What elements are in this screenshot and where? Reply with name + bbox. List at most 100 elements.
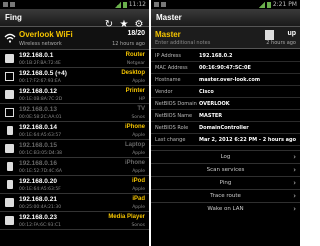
device-ip: 192.168.0.21 [19,196,57,203]
device-type: iPad [132,196,145,202]
property-row: Last change Mar 2, 2012 6:22 PM - 2 hours… [151,134,300,146]
device-type: TV [137,106,145,112]
device-type: Media Player [108,214,145,220]
device-row[interactable]: 192.168.0.15 00:1C:B3:05:D4:38 Laptop Apple [0,140,149,158]
device-row[interactable]: 192.168.0.5 (+4) 00:17:F2:67:93:EA Desktop… [0,68,149,86]
battery-icon [122,1,127,8]
property-value: master.over-look.com [199,77,261,83]
device-ip: 192.168.0.16 [19,160,57,167]
property-value: OVERLOOK [199,101,230,107]
device-vendor: HP [138,97,145,102]
property-key: NetBIOS Role [155,125,189,131]
phone-icon [7,126,13,135]
device-row[interactable]: 192.168.0.1 00:1B:2F:BA:72:4E Router Netgea… [0,50,149,68]
wifi-icon [4,33,16,43]
device-mac: 00:1E:0B:8A:7C:2D [19,97,63,102]
property-key: NetBIOS Domain [155,101,197,107]
laptop-icon [5,144,14,153]
device-type: Desktop [121,70,145,76]
notification-icons [3,1,33,7]
tablet-icon [5,198,14,207]
fing-device-detail-screen: 2:21 PM Master Master Enter additional n… [151,0,300,246]
trace-route-button[interactable]: Trace route › [151,189,300,202]
device-mac: 00:1E:64:A5:63:5F [19,187,61,192]
battery-icon [266,1,271,8]
ping-button[interactable]: Ping › [151,176,300,189]
action-label: Wake on LAN [207,206,244,212]
property-row: NetBIOS Domain OVERLOOK [151,98,300,110]
media-icon [5,216,14,225]
router-icon [5,54,14,63]
device-mac: 00:1E:52:7D:4C:6A [19,169,63,174]
app-title: Master [156,13,182,22]
device-list: 192.168.0.1 00:1B:2F:BA:72:4E Router Netgea… [0,50,149,230]
network-header[interactable]: Overlook WiFi Wireless network 18/20 12 … [0,27,149,50]
property-key: MAC Address [155,65,188,71]
status-time: 11:12 [128,1,146,8]
device-ip: 192.168.0.13 [19,106,57,113]
device-row[interactable]: 192.168.0.20 00:1E:64:A5:63:5F iPod Apple [0,176,149,194]
property-key: NetBIOS Name [155,113,193,119]
device-mac: 00:0E:58:2C:AA:01 [19,115,62,120]
device-properties: IP Address 192.168.0.2 MAC Address 00:16:9… [151,50,300,146]
phone-icon [7,162,13,171]
notes-field[interactable]: Enter additional notes [155,40,210,46]
device-mac: 00:1E:64:A5:63:57 [19,133,62,138]
desktop-icon [265,30,274,40]
device-header[interactable]: Master Enter additional notes up 2 hours… [151,27,300,49]
device-ip: 192.168.0.20 [19,178,57,185]
log-button[interactable]: Log › [151,150,300,163]
action-label: Trace route [210,193,241,199]
network-time: 12 hours ago [112,41,145,47]
device-time: 2 hours ago [266,40,296,46]
device-vendor: Apple [132,169,145,174]
app-bar: Master [151,9,300,27]
device-mac: 00:1B:2F:BA:72:4E [19,61,61,66]
property-value: MASTER [199,113,223,119]
wake-on-lan-button[interactable]: Wake on LAN › [151,202,300,215]
device-ip: 192.168.0.15 [19,142,57,149]
device-type: iPod [132,178,145,184]
network-name: Overlook WiFi [19,30,73,39]
device-row[interactable]: 192.168.0.12 00:1E:0B:8A:7C:2D Printer HP [0,86,149,104]
device-mac: 00:1C:B3:05:D4:38 [19,151,63,156]
device-row[interactable]: 192.168.0.13 00:0E:58:2C:AA:01 TV Sonos [0,104,149,122]
device-type: Router [125,52,145,58]
action-label: Log [220,154,231,160]
phone-icon [7,180,13,189]
property-row: MAC Address 00:16:90:47:5C:0E [151,62,300,74]
device-row[interactable]: 192.168.0.14 00:1E:64:A5:63:57 iPhone Apple [0,122,149,140]
device-ip: 192.168.0.5 (+4) [19,70,67,77]
device-ip: 192.168.0.23 [19,214,57,221]
device-vendor: Apple [132,151,145,156]
property-value: 192.168.0.2 [199,53,233,59]
device-vendor: Apple [132,133,145,138]
signal-icon [258,1,265,8]
property-row: Vendor Cisco [151,86,300,98]
printer-icon [5,90,14,99]
tv-icon [5,108,14,117]
device-ip: 192.168.0.14 [19,124,57,131]
device-row[interactable]: 192.168.0.23 00:12:FA:6C:93:C1 Media Playe… [0,212,149,230]
device-ip: 192.168.0.12 [19,88,57,95]
app-title: Fing [5,13,22,22]
device-count: 18/20 [127,30,145,37]
device-vendor: Netgear [126,61,145,66]
device-actions: Log › Scan services › Ping › Trace route › W… [151,150,300,215]
property-row: NetBIOS Name MASTER [151,110,300,122]
device-row[interactable]: 192.168.0.16 00:1E:52:7D:4C:6A iPhone Apple [0,158,149,176]
property-value: Cisco [199,89,214,95]
action-label: Scan services [206,167,245,173]
property-value: Mar 2, 2012 6:22 PM - 2 hours ago [199,137,297,143]
device-type: iPhone [124,124,145,130]
property-row: NetBIOS Role DomainController [151,122,300,134]
desktop-icon [5,72,14,81]
chevron-right-icon: › [293,205,296,213]
device-type: Laptop [125,142,145,148]
device-row[interactable]: 192.168.0.21 00:25:00:4A:21:30 iPad Apple [0,194,149,212]
action-label: Ping [219,180,232,186]
scan-services-button[interactable]: Scan services › [151,163,300,176]
device-type: Printer [125,88,145,94]
property-key: Vendor [155,89,173,95]
notification-icons [154,1,184,7]
